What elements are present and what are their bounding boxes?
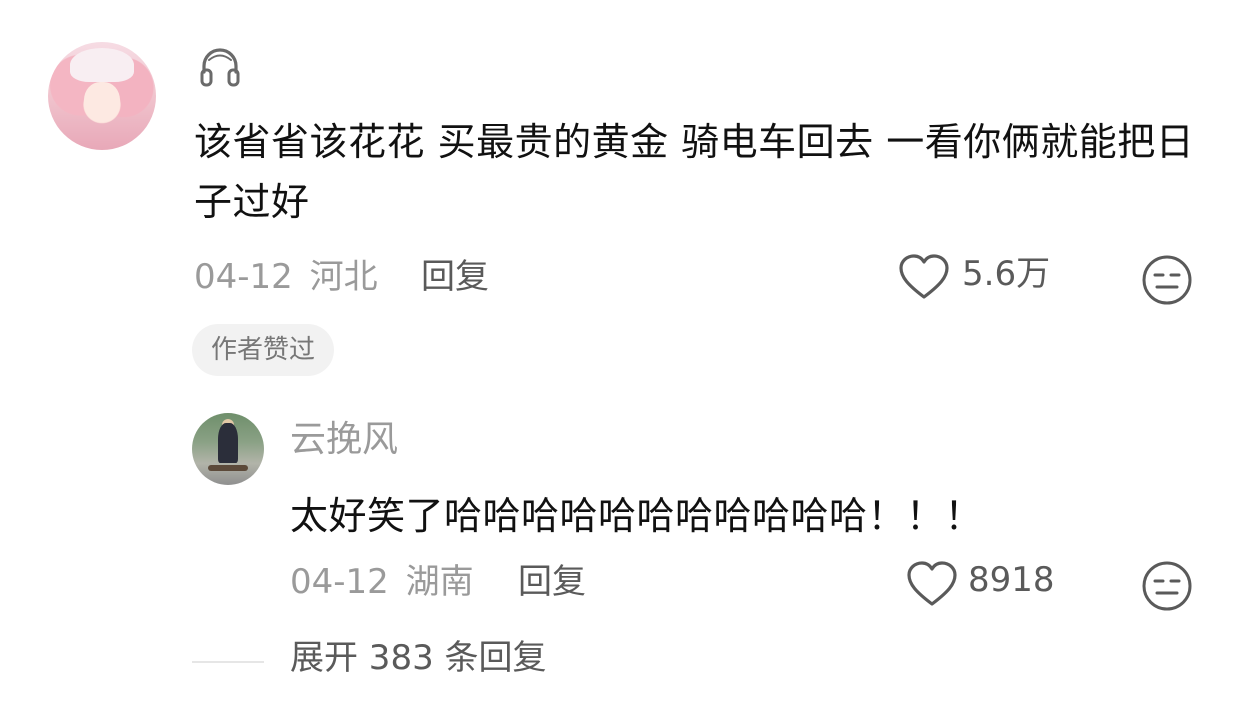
- meh-face-icon[interactable]: [1141, 560, 1193, 612]
- reply-date: 04-12: [290, 562, 389, 602]
- reply-reply-button[interactable]: 回复: [518, 562, 586, 602]
- avatar-person: [218, 423, 238, 463]
- reply-button[interactable]: 回复: [421, 257, 489, 297]
- expand-replies-button[interactable]: 展开 383 条回复: [290, 636, 547, 680]
- like-count: 5.6万: [962, 254, 1051, 294]
- author-liked-badge: 作者赞过: [192, 324, 335, 376]
- heart-icon[interactable]: [906, 560, 958, 608]
- comment-text: 该省省该花花 买最贵的黄金 骑电车回去 一看你俩就能把日子过好: [194, 120, 1195, 224]
- reply-username[interactable]: 云挽风: [290, 418, 398, 462]
- reply-meta: 04-12 湖南: [290, 562, 474, 602]
- reply-avatar[interactable]: [192, 413, 264, 485]
- comment-meta: 04-12 河北: [194, 257, 378, 297]
- divider: [192, 661, 264, 663]
- reply-text: 太好笑了哈哈哈哈哈哈哈哈哈哈哈！！！: [290, 494, 984, 538]
- headphones-icon: [200, 48, 240, 87]
- reply-location: 湖南: [405, 562, 474, 602]
- avatar[interactable]: [48, 42, 156, 150]
- heart-icon[interactable]: [898, 253, 950, 301]
- comment-location: 河北: [309, 257, 378, 297]
- meh-face-icon[interactable]: [1141, 254, 1193, 306]
- avatar-skateboard: [208, 465, 248, 471]
- reply-like-count: 8918: [968, 560, 1055, 600]
- avatar-face: [84, 82, 120, 122]
- avatar-hat: [70, 48, 134, 82]
- comment-date: 04-12: [194, 257, 293, 297]
